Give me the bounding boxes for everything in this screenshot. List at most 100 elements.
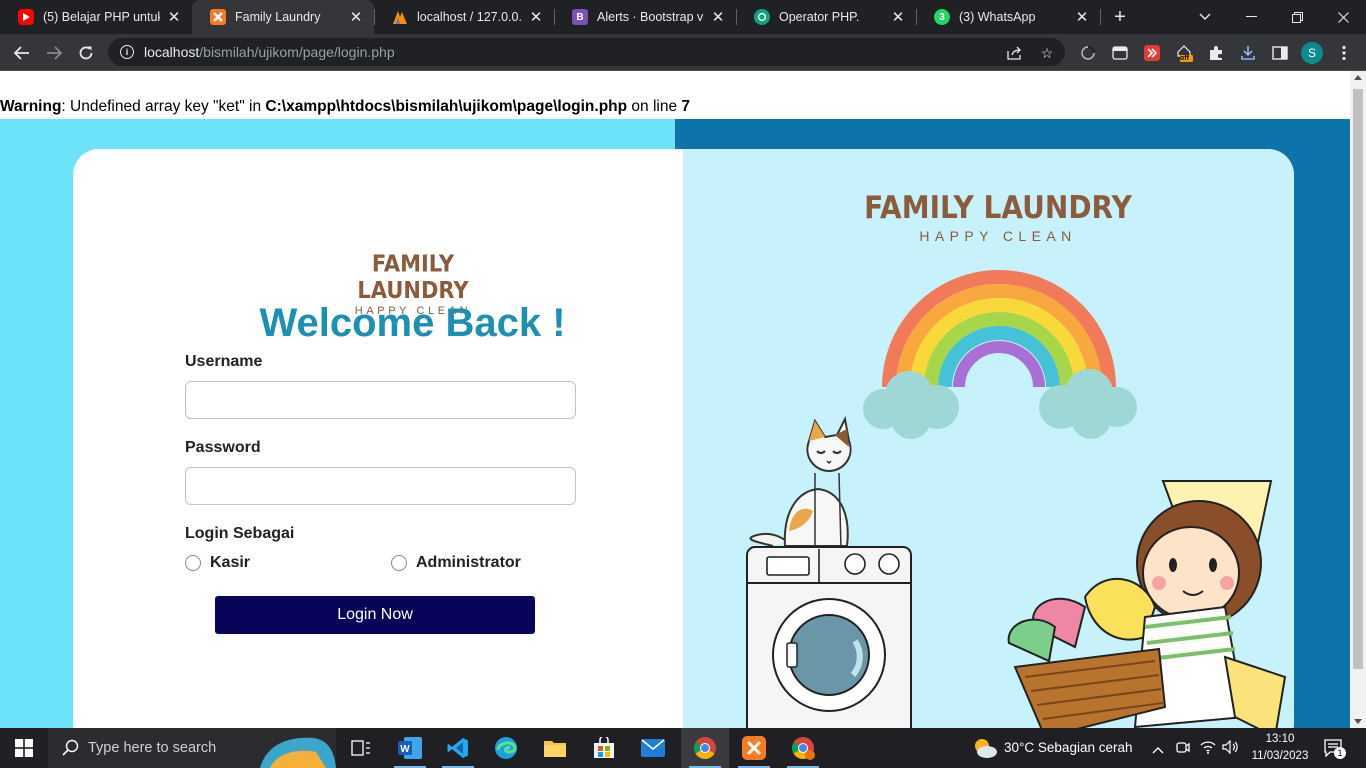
- mail-app[interactable]: [629, 728, 677, 768]
- close-tab-icon[interactable]: ✕: [710, 9, 726, 26]
- kebab-menu-icon[interactable]: [1335, 44, 1353, 62]
- restore-button[interactable]: [1274, 0, 1320, 34]
- meet-now-icon[interactable]: [1176, 740, 1190, 761]
- word-app[interactable]: W: [386, 728, 434, 768]
- xampp-app[interactable]: [730, 728, 778, 768]
- clock-date: 11/03/2023: [1251, 750, 1309, 762]
- close-tab-icon[interactable]: ✕: [348, 9, 364, 26]
- role-option-kasir[interactable]: Kasir: [185, 554, 250, 572]
- side-panel-icon[interactable]: [1271, 44, 1289, 62]
- password-input[interactable]: [185, 467, 576, 505]
- scroll-up-arrow-icon[interactable]: [1354, 75, 1362, 80]
- close-tab-icon[interactable]: ✕: [528, 9, 544, 26]
- edge-icon: [495, 737, 517, 759]
- system-clock[interactable]: 13:10 11/03/2023: [1240, 731, 1320, 765]
- tab-youtube[interactable]: (5) Belajar PHP untuk P ✕: [0, 0, 192, 34]
- tray-overflow-chevron-icon[interactable]: [1152, 741, 1164, 759]
- file-explorer-app[interactable]: [531, 728, 579, 768]
- forward-button[interactable]: [40, 39, 68, 67]
- tab-family-laundry[interactable]: Family Laundry ✕: [192, 0, 374, 34]
- extension-badge: off: [1180, 55, 1189, 62]
- chrome-profile-app[interactable]: [779, 728, 827, 768]
- weather-text[interactable]: 30°C Sebagian cerah: [1004, 740, 1133, 755]
- cat-illustration: [749, 415, 852, 550]
- profile-avatar[interactable]: S: [1301, 42, 1323, 64]
- login-card: FAMILY LAUNDRY HAPPY CLEAN Welcome Back …: [73, 149, 1294, 728]
- browser-toolbar: i localhost/bismilah/ujikom/page/login.p…: [0, 34, 1366, 71]
- back-button[interactable]: [8, 39, 36, 67]
- vscode-icon: [447, 738, 468, 758]
- search-placeholder: Type here to search: [88, 740, 217, 756]
- tab-operator-php[interactable]: Operator PHP. ✕: [736, 0, 916, 34]
- administrator-radio[interactable]: [391, 555, 407, 571]
- wifi-icon[interactable]: [1200, 740, 1216, 759]
- search-highlight-icon: [260, 737, 336, 768]
- rainbow-illustration: [863, 270, 1137, 439]
- tab-search-chevron-icon[interactable]: [1182, 0, 1228, 34]
- start-button[interactable]: [0, 728, 48, 768]
- brand-logo-large: FAMILY LAUNDRY HAPPY CLEAN: [833, 189, 1163, 244]
- php-warning: Warning: Undefined array key "ket" in C:…: [0, 98, 691, 115]
- task-view-button[interactable]: [337, 728, 385, 768]
- vscode-app[interactable]: [434, 728, 482, 768]
- extension-red-icon[interactable]: [1143, 44, 1161, 62]
- minimize-button[interactable]: [1228, 0, 1274, 34]
- scroll-down-arrow-icon[interactable]: [1354, 719, 1362, 724]
- reload-button[interactable]: [72, 39, 100, 67]
- share-icon[interactable]: [1006, 44, 1024, 62]
- close-window-button[interactable]: [1320, 0, 1366, 34]
- tab-separator: [374, 9, 375, 25]
- weather-icon[interactable]: [972, 737, 998, 764]
- new-tab-button[interactable]: +: [1108, 5, 1132, 29]
- role-label: Login Sebagai: [185, 525, 295, 542]
- page-viewport: Warning: Undefined array key "ket" in C:…: [0, 71, 1350, 728]
- word-icon: W: [398, 737, 422, 759]
- whatsapp-icon: 3: [934, 9, 950, 25]
- administrator-radio-label[interactable]: Administrator: [416, 554, 521, 572]
- close-tab-icon[interactable]: ✕: [166, 9, 182, 26]
- download-icon[interactable]: [1239, 44, 1257, 62]
- tab-whatsapp[interactable]: 3 (3) WhatsApp ✕: [916, 0, 1100, 34]
- notification-count: 1: [1334, 747, 1346, 759]
- logo-subtitle: HAPPY CLEAN: [919, 228, 1077, 244]
- extensions-puzzle-icon[interactable]: [1207, 44, 1225, 62]
- bookmark-star-icon[interactable]: ☆: [1038, 44, 1056, 62]
- kasir-radio[interactable]: [185, 555, 201, 571]
- chrome-icon: [694, 737, 716, 759]
- extension-window-icon[interactable]: [1111, 44, 1129, 62]
- laundry-girl-illustration: [1007, 480, 1287, 728]
- scroll-thumb[interactable]: [1353, 89, 1363, 669]
- xampp-icon: [210, 9, 226, 25]
- tab-title: Operator PHP.: [779, 10, 860, 24]
- tab-bootstrap[interactable]: B Alerts · Bootstrap v5.2 ✕: [554, 0, 736, 34]
- tab-title: Alerts · Bootstrap v5.2: [597, 10, 704, 24]
- username-input[interactable]: [185, 381, 576, 419]
- taskbar-search-box[interactable]: Type here to search: [48, 728, 336, 768]
- tab-separator: [554, 9, 555, 25]
- address-bar[interactable]: i localhost/bismilah/ujikom/page/login.p…: [108, 38, 1065, 66]
- username-label: Username: [185, 353, 263, 370]
- chrome-app[interactable]: [681, 728, 729, 768]
- bootstrap-icon: B: [572, 9, 588, 25]
- login-button[interactable]: Login Now: [215, 596, 535, 634]
- phpmyadmin-icon: [392, 9, 408, 25]
- search-icon: [62, 739, 79, 756]
- extension-off-icon[interactable]: off: [1175, 44, 1193, 62]
- extension-sync-icon[interactable]: [1079, 44, 1097, 62]
- microsoft-store-app[interactable]: [580, 728, 628, 768]
- close-tab-icon[interactable]: ✕: [1074, 9, 1090, 26]
- tab-strip: (5) Belajar PHP untuk P ✕ Family Laundry…: [0, 0, 1366, 34]
- tab-title: Family Laundry: [235, 10, 321, 24]
- kasir-radio-label[interactable]: Kasir: [210, 554, 250, 572]
- volume-icon[interactable]: [1222, 739, 1238, 759]
- close-tab-icon[interactable]: ✕: [890, 9, 906, 26]
- password-label: Password: [185, 439, 261, 456]
- mail-icon: [641, 739, 665, 757]
- site-info-icon[interactable]: i: [120, 45, 134, 59]
- edge-app[interactable]: [482, 728, 530, 768]
- role-option-administrator[interactable]: Administrator: [391, 554, 521, 572]
- page-scrollbar[interactable]: [1350, 71, 1366, 728]
- notification-center-icon[interactable]: 1: [1324, 739, 1346, 762]
- svg-text:W: W: [400, 744, 410, 755]
- tab-phpmyadmin[interactable]: localhost / 127.0.0.1 / ✕: [374, 0, 554, 34]
